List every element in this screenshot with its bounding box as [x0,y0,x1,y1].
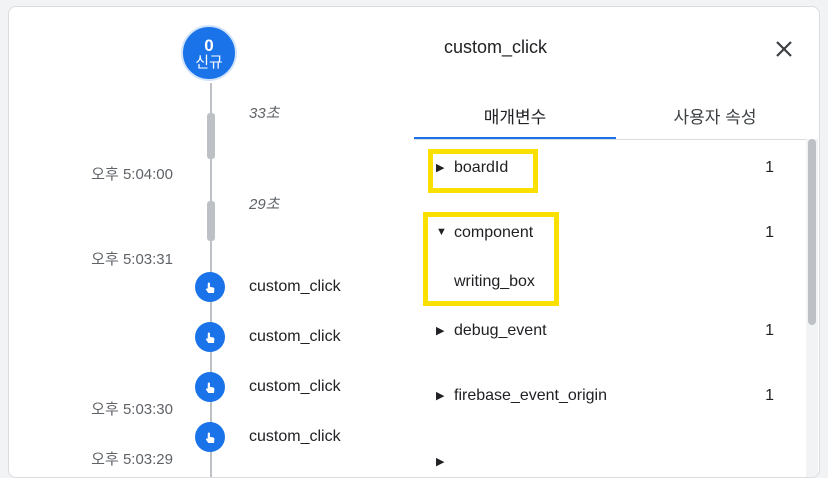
event-timeline: 0 신규 33초 29초 오후 5:04:00 오후 5:03:31 오후 5:… [9,7,414,477]
param-count: 1 [765,224,774,241]
touch-icon[interactable] [195,272,225,302]
tab-user-properties[interactable]: 사용자 속성 [616,103,814,139]
timeline-gap-bar [207,113,215,159]
debug-view-card: 0 신규 33초 29초 오후 5:04:00 오후 5:03:31 오후 5:… [8,6,820,478]
caret-right-icon: ▶ [436,456,445,468]
time-gap-label: 29초 [249,196,280,213]
timestamp: 오후 5:03:29 [91,451,173,468]
panel-title: custom_click [444,37,548,57]
param-key: firebase_event_origin [454,387,607,404]
event-label[interactable]: custom_click [249,278,341,296]
tab-parameters[interactable]: 매개변수 [414,103,616,139]
touch-icon[interactable] [195,372,225,402]
timestamp: 오후 5:03:30 [91,401,173,418]
badge-count: 0 [204,36,214,55]
touch-icon[interactable] [195,422,225,452]
caret-right-icon: ▶ [436,325,445,337]
timestamp: 오후 5:04:00 [91,166,173,183]
event-label[interactable]: custom_click [249,378,341,396]
param-key: debug_event [454,322,547,339]
badge-label: 신규 [195,54,223,71]
timeline-line [210,159,212,201]
new-user-badge[interactable]: 0 신규 [181,25,237,81]
scrollbar[interactable] [806,139,818,477]
event-label[interactable]: custom_click [249,428,341,446]
scroll-thumb[interactable] [808,139,816,325]
touch-icon[interactable] [195,322,225,352]
timeline-gap-bar [207,201,215,241]
timeline-line [210,83,212,113]
event-detail-panel: custom_click 매개변수 사용자 속성 ▶ boardId 1 ▼ c… [414,7,819,477]
panel-tabs: 매개변수 사용자 속성 [414,103,814,140]
time-gap-label: 33초 [249,105,280,122]
highlight-box [428,149,538,193]
highlight-box [423,212,559,306]
event-label[interactable]: custom_click [249,328,341,346]
close-icon[interactable] [770,35,798,63]
param-count: 1 [765,387,774,404]
param-count: 1 [765,322,774,339]
timestamp: 오후 5:03:31 [91,251,173,268]
param-count: 1 [765,159,774,176]
caret-right-icon: ▶ [436,390,445,402]
